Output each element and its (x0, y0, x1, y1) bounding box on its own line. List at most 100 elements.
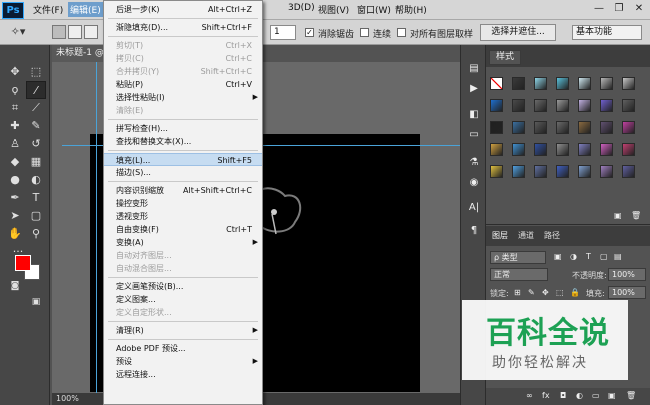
style-swatch[interactable] (512, 77, 525, 90)
new-style-icon[interactable]: ▣ (614, 211, 622, 220)
select-and-mask-button[interactable]: 选择并遮住... (480, 24, 556, 41)
style-swatch[interactable] (622, 99, 635, 112)
style-swatch[interactable] (578, 165, 591, 178)
edit-menu-item[interactable]: 选择性粘贴(I) ▶ (104, 91, 262, 104)
path-selection-icon[interactable]: ➤ (5, 207, 25, 225)
edit-menu-item[interactable]: 清理(R) ▶ (104, 324, 262, 337)
zoom-level[interactable]: 100% (56, 394, 79, 403)
style-swatch[interactable] (600, 143, 613, 156)
menu-window[interactable]: 窗口(W) (357, 3, 391, 16)
subtract-selection-icon[interactable] (84, 25, 98, 39)
edit-menu-item[interactable]: 内容识别缩放 Alt+Shift+Ctrl+C (104, 184, 262, 197)
filter-pixel-icon[interactable]: ▣ (554, 252, 562, 261)
link-layers-icon[interactable]: ∞ (526, 391, 533, 400)
filter-shape-icon[interactable]: ▢ (600, 252, 608, 261)
group-icon[interactable]: ▭ (592, 391, 600, 400)
blur-tool-icon[interactable]: ● (5, 171, 25, 189)
style-swatch[interactable] (490, 121, 503, 134)
style-swatch[interactable] (512, 143, 525, 156)
style-swatch[interactable] (534, 99, 547, 112)
tab-channels[interactable]: 通道 (518, 230, 534, 241)
tolerance-input[interactable]: 1 (270, 25, 296, 40)
style-swatch[interactable] (534, 165, 547, 178)
tab-paths[interactable]: 路径 (544, 230, 560, 241)
style-swatch[interactable] (556, 77, 569, 90)
style-swatch[interactable] (556, 165, 569, 178)
edit-menu-item[interactable]: 预设 ▶ (104, 355, 262, 368)
blend-mode-select[interactable]: 正常 (490, 268, 548, 281)
style-swatch[interactable] (490, 99, 503, 112)
brush-tool-icon[interactable]: ✎ (26, 117, 46, 135)
filter-type-icon[interactable]: T (586, 252, 591, 261)
edit-menu-item[interactable]: Adobe PDF 预设... (104, 342, 262, 355)
fill-input[interactable]: 100% (608, 286, 646, 299)
minimize-icon[interactable]: — (592, 2, 606, 16)
restore-icon[interactable]: ❐ (612, 2, 626, 16)
style-swatch[interactable] (512, 99, 525, 112)
add-selection-icon[interactable] (68, 25, 82, 39)
history-panel-icon[interactable]: ▤ (465, 61, 483, 77)
lock-position-icon[interactable]: ✥ (542, 288, 549, 297)
style-swatch[interactable] (622, 121, 635, 134)
style-swatch[interactable] (556, 143, 569, 156)
style-swatch[interactable] (622, 143, 635, 156)
layer-style-icon[interactable]: fx (542, 391, 550, 400)
style-swatch[interactable] (490, 165, 503, 178)
crop-tool-icon[interactable]: ⌗ (5, 99, 25, 117)
layer-mask-icon[interactable]: ◘ (560, 391, 566, 400)
edit-menu-item[interactable]: 粘贴(P) Ctrl+V (104, 78, 262, 91)
menu-view[interactable]: 视图(V) (318, 3, 349, 16)
paragraph-panel-icon[interactable]: ¶ (465, 223, 483, 239)
style-swatch[interactable] (578, 99, 591, 112)
style-swatch[interactable] (578, 121, 591, 134)
eraser-tool-icon[interactable]: ◆ (5, 153, 25, 171)
new-selection-icon[interactable] (52, 25, 66, 39)
pen-tool-icon[interactable]: ✒ (5, 189, 25, 207)
edit-menu-item[interactable]: 渐隐填充(D)... Shift+Ctrl+F (104, 21, 262, 34)
style-swatch[interactable] (534, 143, 547, 156)
style-swatch[interactable] (578, 77, 591, 90)
dodge-tool-icon[interactable]: ◐ (26, 171, 46, 189)
channels-panel-icon[interactable]: ⚗ (465, 155, 483, 171)
properties-panel-icon[interactable]: ◧ (465, 107, 483, 123)
contiguous-checkbox[interactable] (360, 28, 369, 37)
workspace-select[interactable]: 基本功能 (572, 25, 642, 40)
edit-menu-item[interactable]: 透视变形 (104, 210, 262, 223)
magic-wand-tool-icon[interactable]: ⁄ (26, 81, 46, 99)
style-swatch[interactable] (512, 121, 525, 134)
close-icon[interactable]: ✕ (632, 2, 646, 16)
healing-brush-icon[interactable]: ✚ (5, 117, 25, 135)
style-swatch[interactable] (578, 143, 591, 156)
edit-menu-item[interactable]: 定义画笔预设(B)... (104, 280, 262, 293)
edit-menu-item[interactable]: 描边(S)... (104, 166, 262, 179)
style-swatch[interactable] (622, 77, 635, 90)
actions-play-icon[interactable]: ▶ (465, 81, 483, 97)
style-swatch[interactable] (622, 165, 635, 178)
move-tool-icon[interactable]: ✥ (5, 63, 25, 81)
zoom-tool-icon[interactable]: ⚲ (26, 225, 46, 243)
history-brush-icon[interactable]: ↺ (26, 135, 46, 153)
opacity-input[interactable]: 100% (608, 268, 646, 281)
filter-adjustment-icon[interactable]: ◑ (570, 252, 577, 261)
character-panel-icon[interactable]: A| (465, 200, 483, 216)
style-swatch[interactable] (600, 121, 613, 134)
style-swatch[interactable] (490, 77, 503, 90)
menu-help[interactable]: 帮助(H) (395, 3, 427, 16)
edit-menu-item[interactable]: 自由变换(F) Ctrl+T (104, 223, 262, 236)
paths-panel-icon[interactable]: ◉ (465, 175, 483, 191)
edit-menu-item[interactable]: 定义图案... (104, 293, 262, 306)
tab-styles[interactable]: 样式 (489, 50, 521, 65)
screen-mode-icon[interactable]: ▣ (26, 293, 46, 311)
delete-layer-icon[interactable]: 🗑 (626, 391, 636, 400)
clone-stamp-icon[interactable]: ♙ (5, 135, 25, 153)
style-swatch[interactable] (490, 143, 503, 156)
menu-edit[interactable]: 编辑(E) (68, 2, 103, 17)
tab-layers[interactable]: 图层 (492, 230, 508, 241)
style-swatch[interactable] (556, 121, 569, 134)
anti-alias-checkbox[interactable]: ✓ (305, 28, 314, 37)
lock-artboard-icon[interactable]: ⬚ (556, 288, 564, 297)
eyedropper-tool-icon[interactable]: ⟋ (26, 99, 46, 117)
style-swatch[interactable] (600, 165, 613, 178)
lock-image-icon[interactable]: ✎ (528, 288, 535, 297)
edit-menu-item[interactable]: 后退一步(K) Alt+Ctrl+Z (104, 3, 262, 16)
